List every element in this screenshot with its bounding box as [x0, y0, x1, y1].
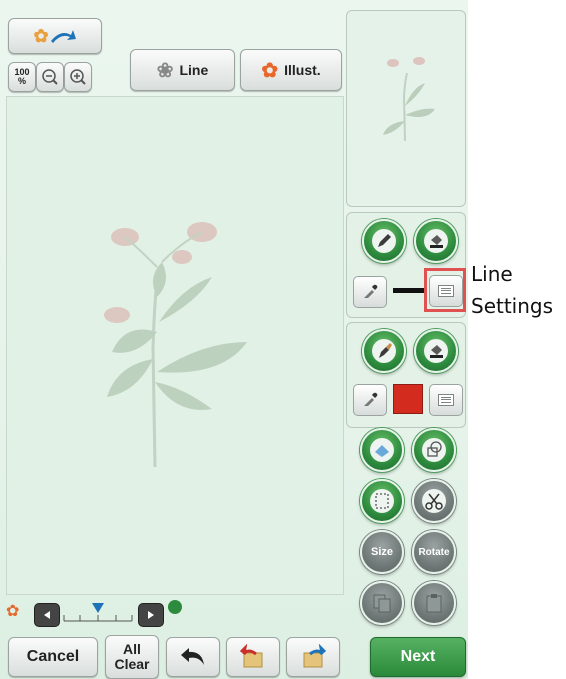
- zoom-in-button[interactable]: [64, 62, 92, 92]
- line-pen-button[interactable]: [362, 219, 406, 263]
- annotation-line-2: Settings: [471, 294, 554, 318]
- line-color-picker-button[interactable]: [353, 276, 387, 308]
- region-eyedropper-icon: [364, 392, 378, 406]
- rotate-button[interactable]: Rotate: [412, 530, 456, 574]
- export-icon: [303, 644, 327, 668]
- preview-panel: [346, 10, 466, 207]
- shapes-icon: [422, 438, 446, 462]
- flower-illustration: [104, 222, 247, 468]
- flower-icon: ✿: [33, 25, 49, 46]
- brush-icon: [372, 339, 396, 363]
- copy-button[interactable]: [360, 581, 404, 625]
- region-fill-button[interactable]: [414, 329, 458, 373]
- import-button[interactable]: [226, 637, 280, 677]
- export-button[interactable]: [286, 637, 340, 677]
- illust-mode-label: Illust.: [284, 62, 321, 78]
- slider-right-button[interactable]: [138, 603, 164, 627]
- line-bucket-icon: [424, 229, 448, 253]
- selection-icon: [370, 489, 394, 513]
- line-mode-button[interactable]: ❀ Line: [130, 49, 235, 91]
- region-color-swatch[interactable]: [393, 384, 423, 414]
- copy-icon: [373, 594, 391, 613]
- all-clear-label-2: Clear: [114, 656, 150, 672]
- line-fill-button[interactable]: [414, 219, 458, 263]
- eyedropper-icon: [364, 284, 378, 298]
- region-settings-icon: [438, 394, 454, 406]
- zoom-in-icon: [70, 69, 86, 85]
- slider-thumb[interactable]: [92, 603, 104, 613]
- cancel-label: Cancel: [26, 648, 80, 665]
- pencil-icon: [372, 229, 396, 253]
- line-color-swatch: [393, 288, 425, 293]
- embroidery-screen: ✿ 100 % ❀ Line ✿ Illust. Size Rotate ✿ C…: [0, 0, 468, 679]
- rotate-label: Rotate: [418, 546, 450, 558]
- zoom-level-display: 100 %: [8, 62, 36, 92]
- slider-left-button[interactable]: [34, 603, 60, 627]
- triangle-left-icon: [44, 611, 50, 619]
- select-area-button[interactable]: [360, 479, 404, 523]
- slider-max-icon: [168, 600, 182, 614]
- import-icon: [239, 644, 263, 668]
- annotation-line-1: Line: [471, 262, 513, 286]
- clipboard-icon: [426, 594, 442, 613]
- region-color-picker-button[interactable]: [353, 384, 387, 416]
- triangle-right-icon: [148, 611, 154, 619]
- eraser-icon: [370, 438, 394, 462]
- undo-icon: [181, 648, 204, 665]
- region-brush-button[interactable]: [362, 329, 406, 373]
- region-settings-button[interactable]: [429, 384, 463, 416]
- arrow-right-icon: [50, 30, 76, 43]
- next-button[interactable]: Next: [370, 637, 466, 677]
- next-label: Next: [400, 648, 436, 665]
- zoom-out-button[interactable]: [36, 62, 64, 92]
- drawing-canvas[interactable]: [6, 96, 344, 595]
- size-button[interactable]: Size: [360, 530, 404, 574]
- zoom-out-icon: [42, 69, 58, 85]
- line-settings-button[interactable]: [429, 275, 463, 307]
- eraser-button[interactable]: [360, 428, 404, 472]
- illust-mode-button[interactable]: ✿ Illust.: [240, 49, 342, 91]
- shape-button[interactable]: [412, 428, 456, 472]
- size-label: Size: [370, 546, 393, 558]
- line-mode-label: Line: [179, 62, 209, 78]
- paste-button[interactable]: [412, 581, 456, 625]
- all-clear-button[interactable]: All Clear: [105, 635, 159, 679]
- image-select-button[interactable]: ✿: [8, 18, 102, 54]
- slider-min-icon: ✿: [6, 603, 20, 620]
- region-bucket-icon: [424, 339, 448, 363]
- annotation-label: Line Settings: [471, 258, 553, 322]
- scissors-icon: [422, 489, 446, 513]
- preview-thumbnail: [383, 57, 435, 142]
- line-settings-icon: [438, 285, 454, 297]
- cut-button[interactable]: [412, 479, 456, 523]
- all-clear-label-1: All: [123, 641, 141, 657]
- illust-flower-icon: ✿: [261, 59, 279, 82]
- undo-button[interactable]: [166, 637, 220, 677]
- cancel-button[interactable]: Cancel: [8, 637, 98, 677]
- zoom-unit: %: [17, 76, 26, 86]
- slider-track[interactable]: [62, 603, 134, 625]
- line-flower-icon: ❀: [156, 59, 174, 82]
